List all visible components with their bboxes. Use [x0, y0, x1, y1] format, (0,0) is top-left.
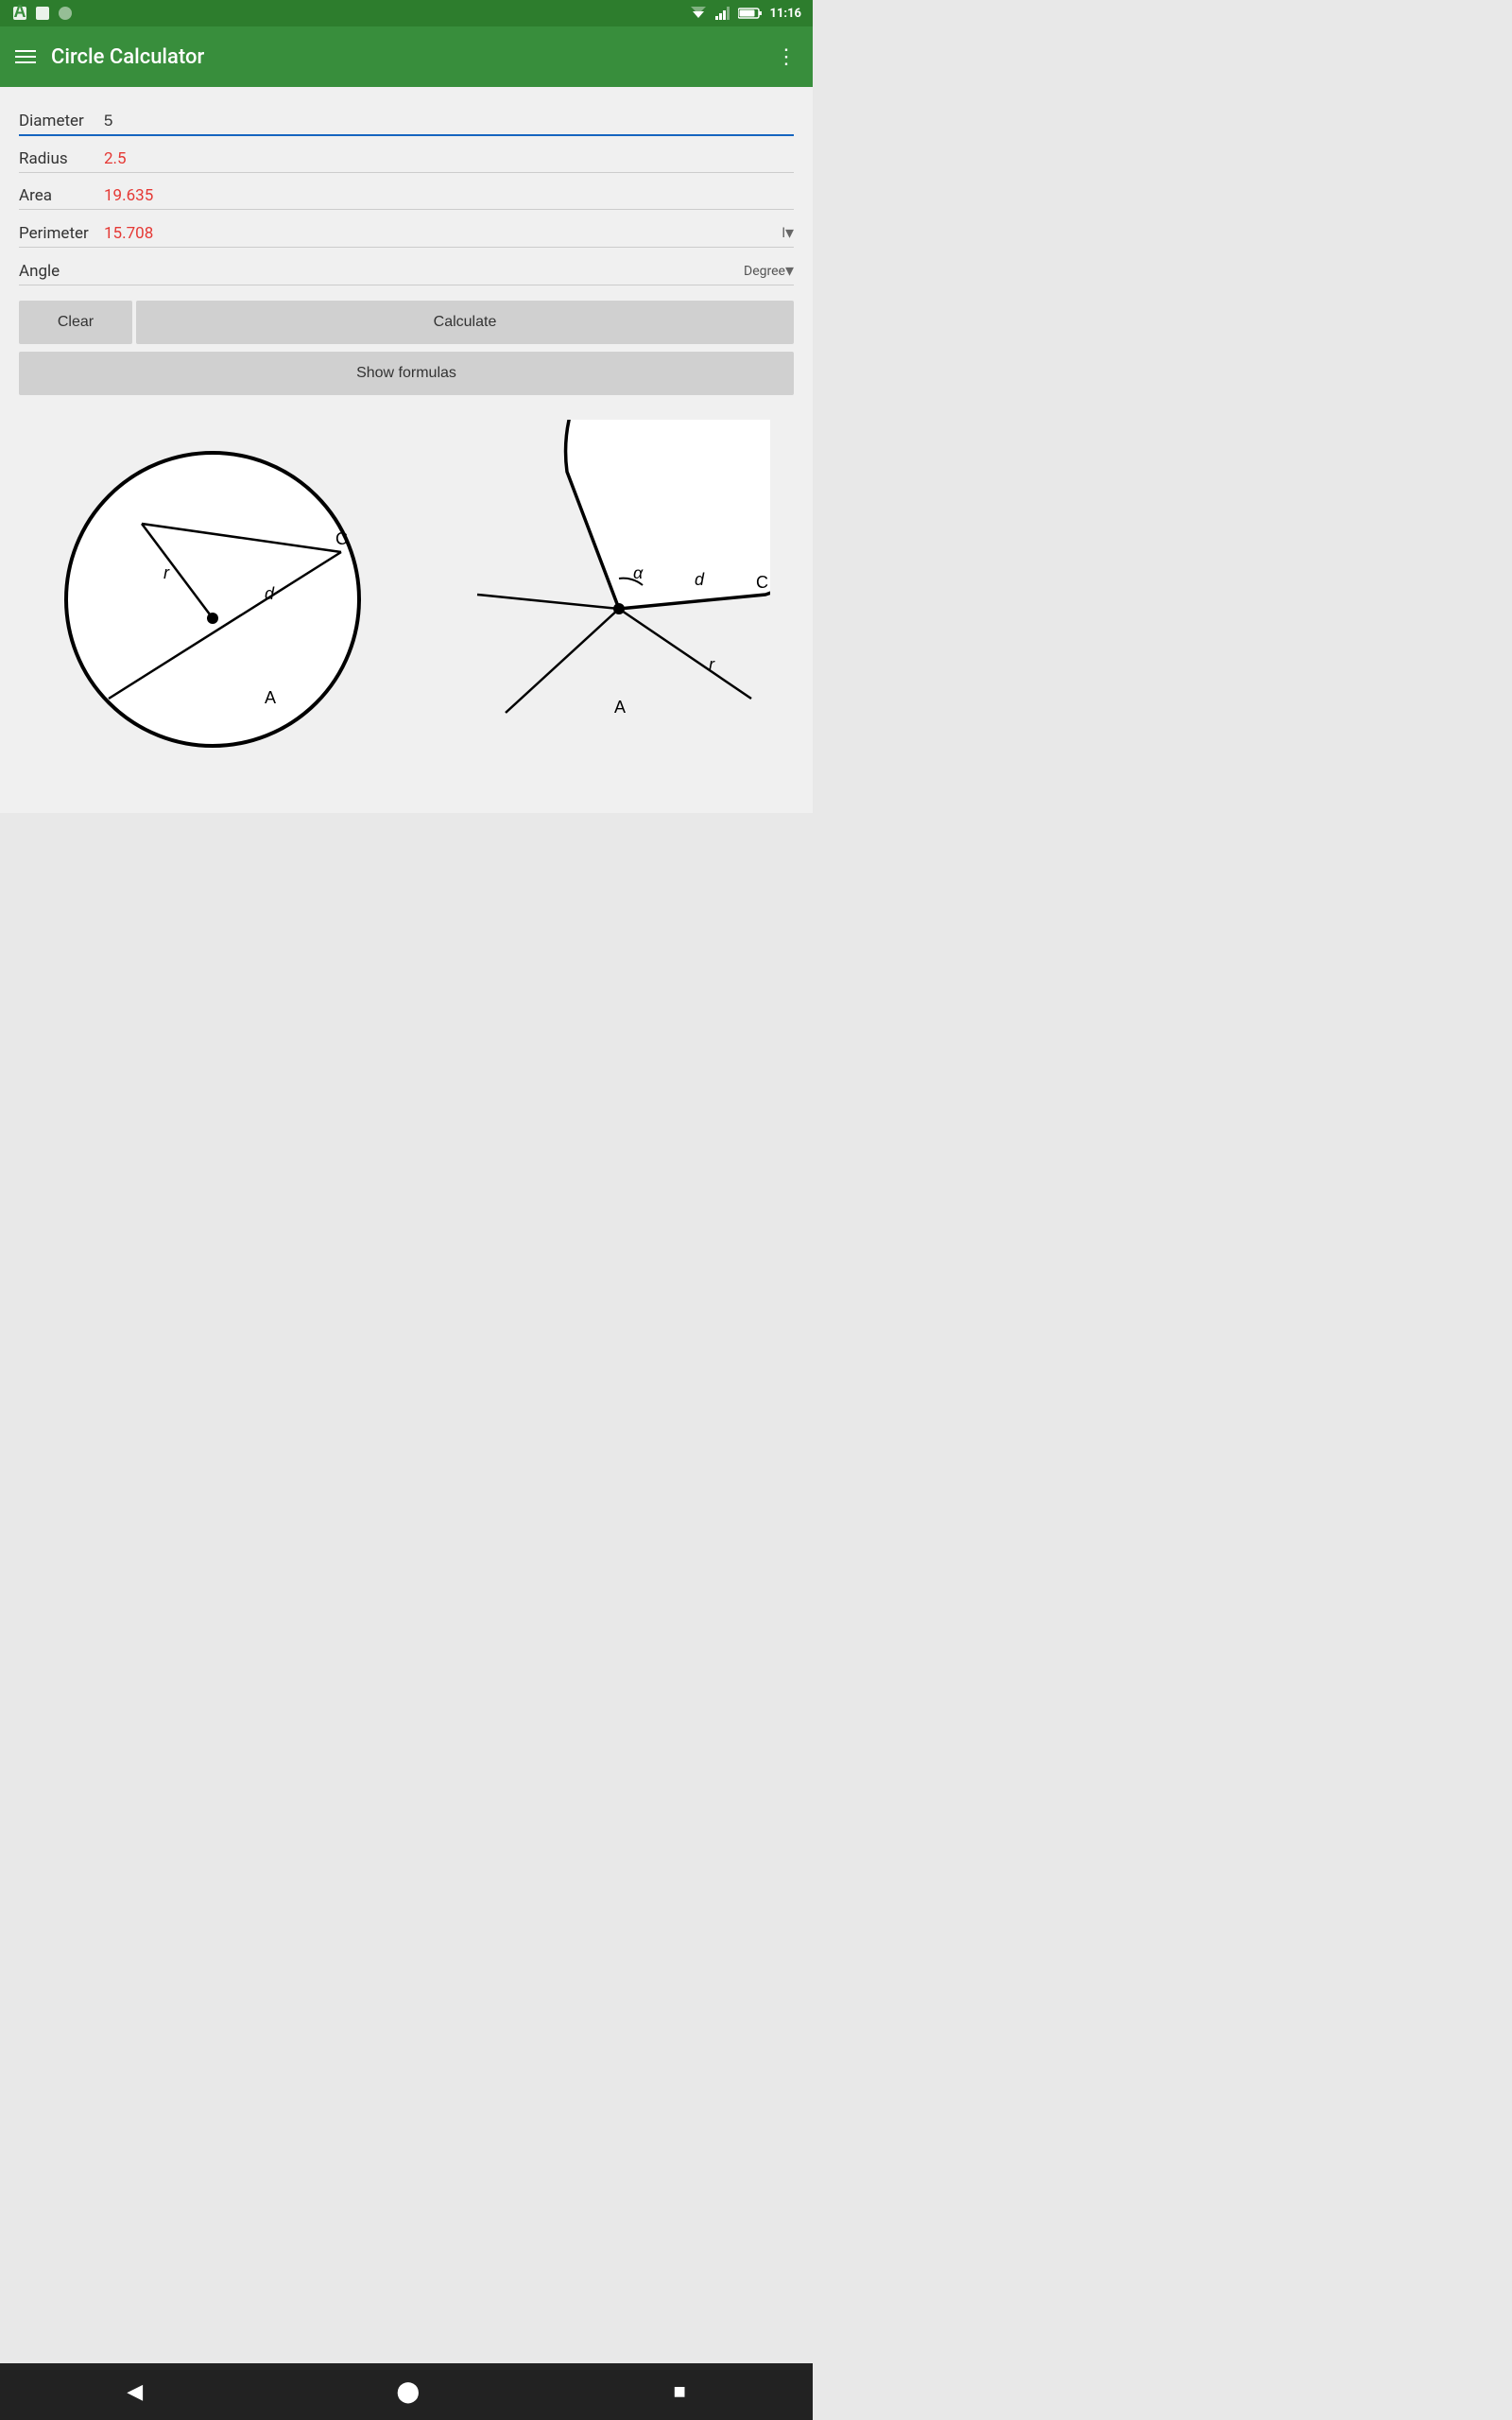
- svg-text:r: r: [163, 563, 170, 582]
- angle-input[interactable]: [104, 262, 421, 281]
- home-button[interactable]: ⬤: [396, 2379, 420, 2404]
- menu-button[interactable]: [15, 50, 36, 63]
- svg-text:d: d: [265, 584, 275, 603]
- app-icon-2: [34, 5, 51, 22]
- sector-diagram: α C d r A: [430, 420, 770, 779]
- area-value: 19.635: [104, 186, 153, 205]
- clear-button[interactable]: Clear: [19, 301, 132, 344]
- area-field-row: Area 19.635: [19, 177, 794, 210]
- recent-button[interactable]: ■: [673, 2379, 685, 2404]
- signal-icon: [715, 7, 730, 20]
- status-bar-left: A: [11, 5, 74, 22]
- sector-svg: α C d r A: [430, 420, 770, 779]
- perimeter-label: Perimeter: [19, 224, 104, 243]
- circle-diagram: r C d A: [43, 420, 383, 779]
- wifi-icon: [689, 7, 708, 20]
- diameter-label: Diameter: [19, 112, 104, 130]
- time-display: 11:16: [770, 7, 802, 21]
- svg-text:r: r: [709, 655, 715, 674]
- svg-text:A: A: [14, 5, 26, 21]
- svg-text:C: C: [756, 573, 768, 592]
- perimeter-field-row: Perimeter 15.708 l ▾: [19, 214, 794, 248]
- perimeter-dropdown-arrow: ▾: [785, 223, 794, 243]
- perimeter-unit-dropdown[interactable]: l ▾: [782, 223, 794, 243]
- radius-label: Radius: [19, 149, 104, 168]
- app-bar: Circle Calculator ⋮: [0, 26, 813, 87]
- app-icon-3: [57, 5, 74, 22]
- buttons-row: Clear Calculate: [19, 301, 794, 344]
- nav-bar: ◀ ⬤ ■: [0, 2363, 813, 2420]
- angle-unit-dropdown[interactable]: Degree ▾: [744, 261, 794, 281]
- svg-text:α: α: [633, 563, 644, 582]
- radius-field-row: Radius 2.5: [19, 140, 794, 173]
- angle-dropdown-arrow: ▾: [785, 261, 794, 281]
- svg-text:A: A: [265, 688, 276, 707]
- app-icon-1: A: [11, 5, 28, 22]
- perimeter-value: 15.708: [104, 224, 153, 243]
- main-content: Diameter Radius 2.5 Area 19.635 Perimete…: [0, 87, 813, 813]
- diagrams-row: r C d A α: [19, 410, 794, 798]
- angle-label: Angle: [19, 262, 104, 281]
- battery-icon: [738, 7, 763, 20]
- svg-text:C: C: [335, 529, 348, 548]
- svg-text:d: d: [695, 570, 705, 589]
- app-title: Circle Calculator: [51, 45, 776, 69]
- diameter-input[interactable]: [104, 112, 794, 130]
- back-button[interactable]: ◀: [127, 2379, 143, 2404]
- circle-svg: r C d A: [43, 420, 383, 779]
- svg-text:A: A: [614, 698, 626, 717]
- status-bar-right: 11:16: [689, 7, 802, 21]
- radius-value: 2.5: [104, 149, 127, 168]
- angle-content: Degree ▾: [104, 261, 794, 281]
- status-bar: A 11:16: [0, 0, 813, 26]
- angle-field-row: Angle Degree ▾: [19, 251, 794, 285]
- area-label: Area: [19, 186, 104, 205]
- calculate-button[interactable]: Calculate: [136, 301, 794, 344]
- diameter-field-row: Diameter: [19, 102, 794, 136]
- show-formulas-button[interactable]: Show formulas: [19, 352, 794, 395]
- angle-unit-label: Degree: [744, 264, 785, 279]
- perimeter-content: 15.708 l ▾: [104, 223, 794, 243]
- more-options-button[interactable]: ⋮: [776, 45, 798, 69]
